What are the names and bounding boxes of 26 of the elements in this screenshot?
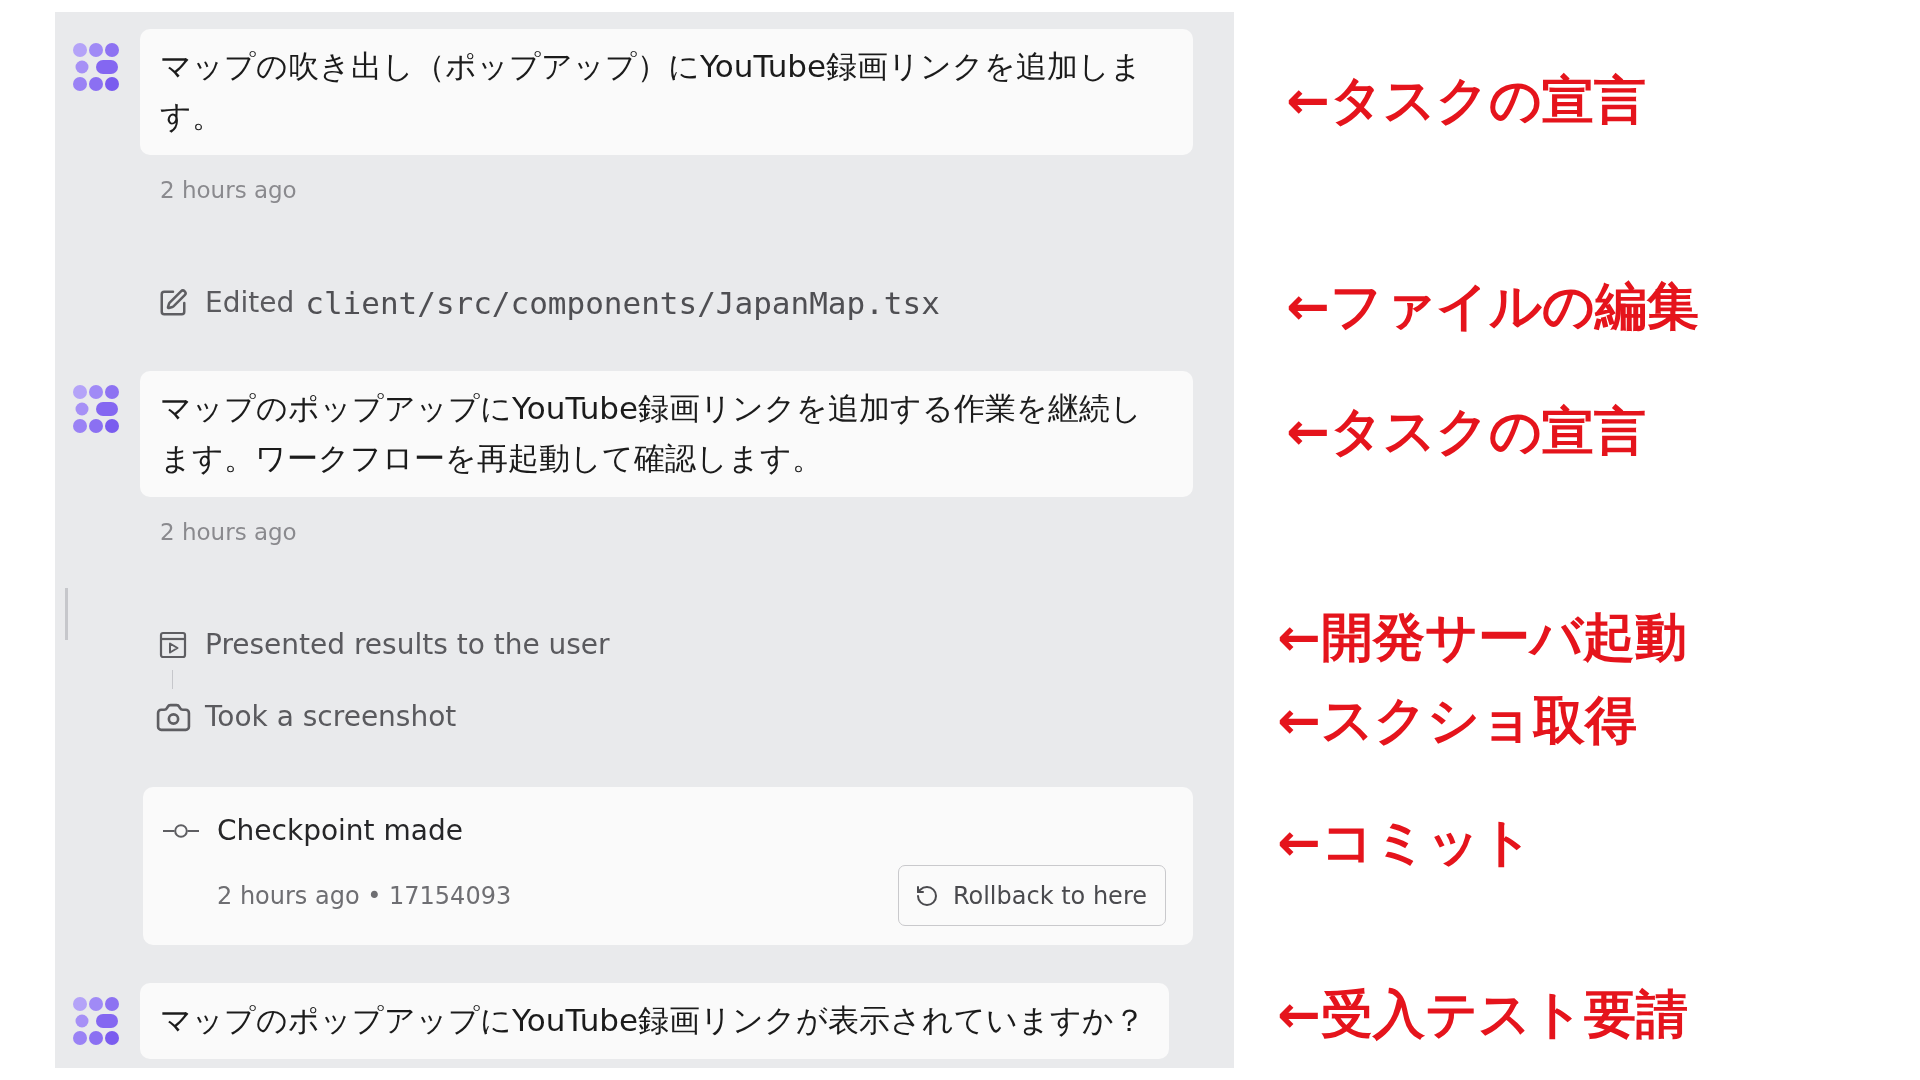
- message-text: マップのポップアップにYouTube録画リンクが表示されていますか？: [160, 1001, 1146, 1040]
- annotation-label: ←タスクの宣言: [1285, 401, 1647, 461]
- annotation-label: ←コミット: [1277, 812, 1534, 872]
- annotation-label: ←開発サーバ起動: [1277, 607, 1688, 667]
- annotation-label: ←ファイルの編集: [1285, 276, 1699, 336]
- commit-icon: [163, 824, 199, 838]
- pen-square-icon: [158, 288, 188, 318]
- step-label: Took a screenshot: [205, 699, 457, 735]
- message-text: マップのポップアップにYouTube録画リンクを追加する作業を継続します。ワークフローを再起動して確認します。: [160, 389, 1144, 478]
- step-label: Presented results to the user: [205, 627, 610, 663]
- dots-logo-icon: [72, 384, 120, 434]
- checkpoint-title: Checkpoint made: [217, 813, 463, 849]
- file-path: client/src/components/JapanMap.tsx: [305, 284, 940, 323]
- checkpoint-meta: 2 hours ago • 17154093: [217, 880, 512, 911]
- annotation-label: ←スクショ取得: [1277, 690, 1638, 750]
- message-text: マップの吹き出し（ポップアップ）にYouTube録画リンクを追加します。: [160, 47, 1144, 136]
- dots-logo-icon: [72, 42, 120, 92]
- action-label: Edited: [205, 285, 295, 321]
- circular-arrow-icon: [914, 883, 939, 908]
- rollback-button[interactable]: Rollback to here: [897, 865, 1166, 926]
- play-window-icon: [159, 631, 187, 659]
- dots-logo-icon: [72, 996, 120, 1046]
- annotation-label: ←受入テスト要請: [1277, 984, 1689, 1044]
- timestamp: 2 hours ago: [160, 176, 297, 205]
- timestamp: 2 hours ago: [160, 518, 297, 547]
- annotation-label: ←タスクの宣言: [1285, 70, 1647, 130]
